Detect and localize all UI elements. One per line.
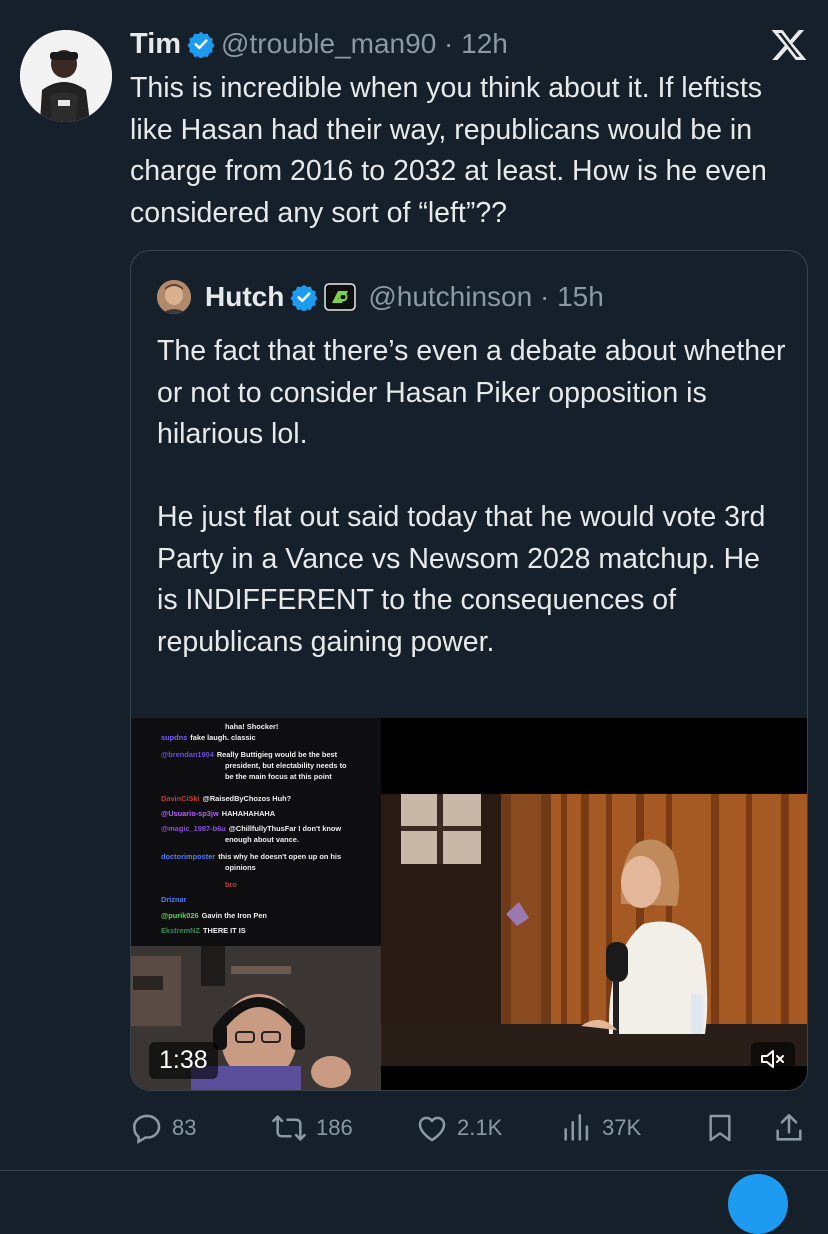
verified-badge-icon[interactable] — [187, 30, 215, 58]
chat-message: Driznar — [161, 895, 189, 906]
chat-message: bro — [225, 880, 237, 891]
reply-button[interactable]: 83 — [130, 1108, 196, 1148]
chat-message: supdns fake laugh. classic — [161, 733, 256, 744]
chat-text: enough about vance. — [225, 835, 299, 844]
chat-text: fake laugh. classic — [190, 733, 256, 742]
affiliate-badge-icon[interactable] — [324, 283, 357, 311]
author-handle-time[interactable]: @trouble_man90 · 12h — [221, 28, 508, 60]
chat-username: Driznar — [161, 895, 187, 904]
chat-text: @ChillfullyThusFar I don't know — [228, 824, 342, 833]
chat-message: president, but electability needs to — [225, 761, 347, 772]
quote-author-avatar[interactable] — [157, 280, 191, 314]
avatar-photo — [20, 30, 112, 122]
view-count: 37K — [602, 1115, 642, 1140]
bookmark-button[interactable] — [704, 1108, 744, 1148]
author-avatar[interactable] — [20, 30, 112, 122]
compose-fab[interactable] — [728, 1174, 788, 1234]
video-player[interactable]: haha! Shocker! supdns fake laugh. classic @… — [131, 718, 807, 1090]
chat-username: EkstremNZ — [161, 926, 201, 935]
chat-username: doctorimposter — [161, 852, 216, 861]
chat-message: enough about vance. — [225, 835, 299, 846]
views-icon — [564, 1113, 589, 1141]
bookmark-icon — [709, 1114, 731, 1142]
chat-message: opinions — [225, 863, 256, 874]
share-icon — [776, 1113, 802, 1141]
chat-text: bro — [225, 880, 237, 889]
chat-text: Gavin the Iron Pen — [201, 911, 267, 920]
verified-badge-icon[interactable] — [290, 283, 318, 311]
chat-text: be the main focus at this point — [225, 772, 332, 781]
chat-text: haha! Shocker! — [225, 722, 279, 731]
reply-icon — [132, 1114, 161, 1144]
quote-paragraph-2: He just flat out said today that he woul… — [157, 501, 766, 658]
repost-button[interactable]: 186 — [270, 1108, 353, 1148]
repost-count: 186 — [316, 1115, 353, 1140]
chat-text: Really Buttigieg would be the best — [216, 750, 338, 759]
quote-author-handle-time[interactable]: @hutchinson · 15h — [368, 281, 603, 313]
chat-message: be the main focus at this point — [225, 772, 332, 783]
divider — [0, 1170, 828, 1171]
quote-author-name[interactable]: Hutch — [205, 281, 284, 313]
chat-username: @magic_1987-b6u — [161, 824, 226, 833]
chat-username: @Usuario-sp3jw — [161, 809, 219, 818]
stream-chat-overlay: haha! Shocker! supdns fake laugh. classic @… — [131, 718, 381, 946]
like-button[interactable]: 2.1K — [415, 1108, 502, 1148]
tweet-text: This is incredible when you think about … — [130, 72, 767, 229]
chat-message: EkstremNZ THERE IT IS — [161, 926, 246, 937]
chat-username: supdns — [161, 733, 188, 742]
quote-paragraph-1: The fact that there’s even a debate abou… — [157, 335, 786, 450]
chat-text: president, but electability needs to — [225, 761, 347, 770]
quote-header: Hutch @hutchinson · 15h — [157, 277, 604, 317]
author-name[interactable]: Tim — [130, 28, 181, 61]
share-button[interactable] — [772, 1108, 814, 1148]
chat-message: doctorimposter this why he doesn't open u… — [161, 852, 341, 863]
chat-message: DavinCiSki @RaisedByChozos Huh? — [161, 794, 291, 805]
chat-text: opinions — [225, 863, 256, 872]
chat-message: @Usuario-sp3jw HAHAHAHAHA — [161, 809, 275, 820]
x-logo-icon[interactable] — [770, 26, 808, 64]
like-count: 2.1K — [457, 1115, 503, 1140]
chat-text: @RaisedByChozos Huh? — [202, 794, 292, 803]
mute-toggle-icon[interactable] — [751, 1042, 795, 1076]
chat-username: @purik026 — [161, 911, 199, 920]
video-duration: 1:38 — [149, 1042, 218, 1079]
guest-studio-feed — [381, 794, 807, 1066]
tweet-actions: 83 186 2.1K 37K — [130, 1108, 810, 1148]
chat-text: THERE IT IS — [203, 926, 246, 935]
heart-icon — [418, 1116, 446, 1142]
chat-message: haha! Shocker! — [225, 722, 278, 733]
reply-count: 83 — [172, 1115, 197, 1140]
chat-username: @brendan1904 — [161, 750, 214, 759]
chat-text: HAHAHAHAHA — [221, 809, 276, 818]
chat-text: this why he doesn't open up on his — [218, 852, 342, 861]
chat-message: @magic_1987-b6u @ChillfullyThusFar I don'… — [161, 824, 341, 835]
chat-message: @brendan1904 Really Buttigieg would be th… — [161, 750, 337, 761]
views-button[interactable]: 37K — [560, 1108, 641, 1148]
quoted-tweet[interactable]: Hutch @hutchinson · 15h The fact that th… — [130, 250, 808, 1091]
chat-username: DavinCiSki — [161, 794, 200, 803]
tweet-header: Tim @trouble_man90 · 12h — [130, 24, 768, 64]
chat-message: @purik026 Gavin the Iron Pen — [161, 911, 267, 922]
quote-text: The fact that there’s even a debate abou… — [157, 331, 787, 663]
repost-icon — [272, 1115, 306, 1141]
